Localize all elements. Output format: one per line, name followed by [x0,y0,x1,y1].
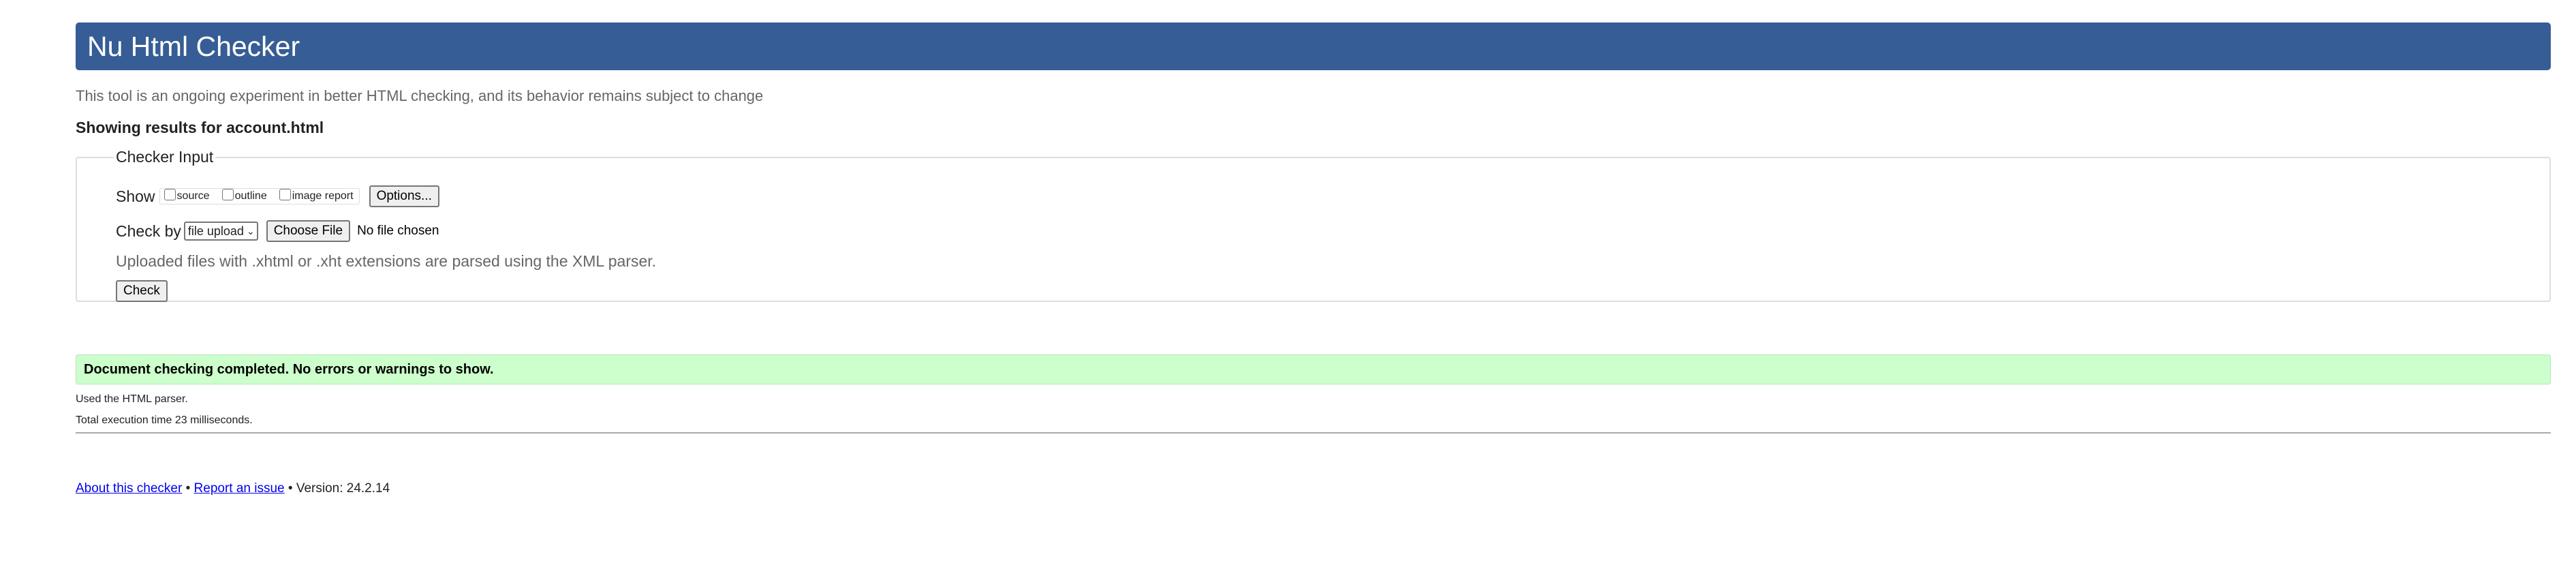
outline-label: outline [234,190,267,202]
show-row: Show source outline image report Options… [116,185,2512,207]
footer: About this checker • Report an issue • V… [76,481,2551,496]
check-by-label: Check by [116,222,181,240]
page-title: Nu Html Checker [87,30,300,62]
show-options-group: source outline image report [159,188,360,204]
show-outline-option[interactable]: outline [221,188,267,202]
version-text: Version: 24.2.14 [296,481,390,496]
source-checkbox[interactable] [164,188,176,200]
xml-parser-note: Uploaded files with .xhtml or .xht exten… [116,252,657,270]
checker-input-legend: Checker Input [116,148,214,166]
check-button[interactable]: Check [116,280,168,302]
about-checker-link[interactable]: About this checker [76,481,182,496]
source-label: source [176,190,210,202]
report-issue-link[interactable]: Report an issue [194,481,285,496]
chevron-down-icon: ⌄ [246,226,255,237]
show-label: Show [116,187,155,205]
show-image-report-option[interactable]: image report [279,188,354,202]
intro-text: This tool is an ongoing experiment in be… [76,87,764,104]
page: Nu Html Checker This tool is an ongoing … [76,22,2551,496]
choose-file-button[interactable]: Choose File [266,220,351,242]
check-by-select[interactable]: file upload ⌄ [183,222,258,241]
showing-results-heading: Showing results for account.html [76,119,324,136]
success-message: Document checking completed. No errors o… [76,354,2551,384]
image-report-checkbox[interactable] [279,188,291,200]
execution-time-note: Total execution time 23 milliseconds. [76,414,253,426]
footer-separator-2: • [288,481,293,496]
footer-separator-1: • [185,481,191,496]
outline-checkbox[interactable] [221,188,234,200]
check-by-select-value: file upload [187,224,244,238]
options-button[interactable]: Options... [369,185,439,207]
no-file-chosen-text: No file chosen [357,224,439,238]
divider [76,432,2551,434]
parser-note: Used the HTML parser. [76,393,188,405]
show-source-option[interactable]: source [164,188,210,202]
page-title-bar: Nu Html Checker [76,22,2551,70]
checker-input-fieldset: Checker Input Show source outline image … [76,148,2551,302]
check-by-row: Check by file upload ⌄ Choose File No fi… [116,220,2512,242]
image-report-label: image report [292,190,354,202]
